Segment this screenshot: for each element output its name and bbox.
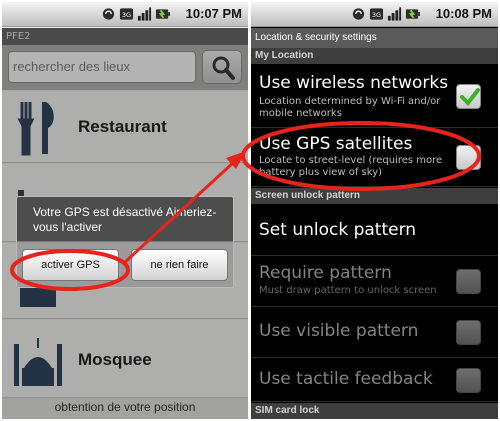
battery-charging-icon: [405, 9, 420, 19]
checkmark-icon: [460, 88, 480, 107]
setting-title: Use GPS satellites: [259, 134, 413, 154]
tactile-feedback-checkbox: [456, 368, 481, 393]
setting-use-tactile-feedback: Use tactile feedback: [251, 359, 498, 402]
right-phone-screen: 3G 10:08 PM Location & security settings…: [251, 2, 498, 419]
dialog-button-bar: activer GPS ne rien faire: [17, 241, 233, 287]
sync-icon: [102, 8, 115, 20]
network-badge: 3G: [372, 11, 381, 19]
wireless-networks-checkbox[interactable]: [456, 84, 481, 109]
gps-satellites-checkbox[interactable]: [456, 145, 481, 170]
do-nothing-button[interactable]: ne rien faire: [131, 249, 228, 281]
sync-icon: [352, 8, 365, 20]
signal-icon: [137, 7, 152, 21]
battery-charging-icon: [155, 9, 170, 19]
section-header-screen-unlock: Screen unlock pattern: [251, 188, 498, 204]
network-type-icon: 3G: [369, 8, 384, 20]
setting-title: Require pattern: [259, 263, 392, 283]
setting-title: Use wireless networks: [259, 73, 449, 93]
signal-icon: [387, 7, 402, 21]
setting-title: Use tactile feedback: [259, 369, 433, 389]
setting-title: Use visible pattern: [259, 321, 419, 341]
section-header-sim-card-lock: SIM card lock: [251, 403, 498, 419]
section-header-my-location: My Location: [251, 48, 498, 64]
setting-summary: Must draw pattern to unlock screen: [259, 285, 437, 296]
setting-require-pattern: Require pattern Must draw pattern to unl…: [251, 257, 498, 307]
status-time: 10:07 PM: [185, 6, 242, 21]
setting-summary: Locate to street-level (requires more ba…: [259, 155, 443, 178]
setting-title: Set unlock pattern: [259, 220, 417, 240]
dialog-message: Votre GPS est désactivé Aimeriez-vous l'…: [33, 205, 217, 234]
require-pattern-checkbox: [456, 269, 481, 294]
visible-pattern-checkbox: [456, 320, 481, 345]
network-type-icon: 3G: [119, 8, 134, 20]
status-time: 10:08 PM: [435, 6, 492, 21]
setting-set-unlock-pattern[interactable]: Set unlock pattern: [251, 204, 498, 256]
setting-summary: Location determined by Wi-Fi and/or mobi…: [259, 96, 441, 119]
left-phone-screen: 3G 10:07 PM PFE2 rechercher des lieux Re…: [2, 2, 248, 419]
network-badge: 3G: [122, 11, 131, 19]
status-bar: 3G 10:07 PM: [2, 2, 248, 27]
status-bar: 3G 10:08 PM: [251, 2, 498, 27]
setting-use-wireless-networks[interactable]: Use wireless networks Location determine…: [251, 64, 498, 128]
activate-gps-button[interactable]: activer GPS: [22, 249, 119, 281]
settings-title: Location & security settings: [251, 28, 498, 48]
gps-disabled-dialog: Votre GPS est désactivé Aimeriez-vous l'…: [16, 196, 234, 288]
setting-use-gps-satellites[interactable]: Use GPS satellites Locate to street-leve…: [251, 129, 498, 187]
setting-use-visible-pattern: Use visible pattern: [251, 308, 498, 358]
